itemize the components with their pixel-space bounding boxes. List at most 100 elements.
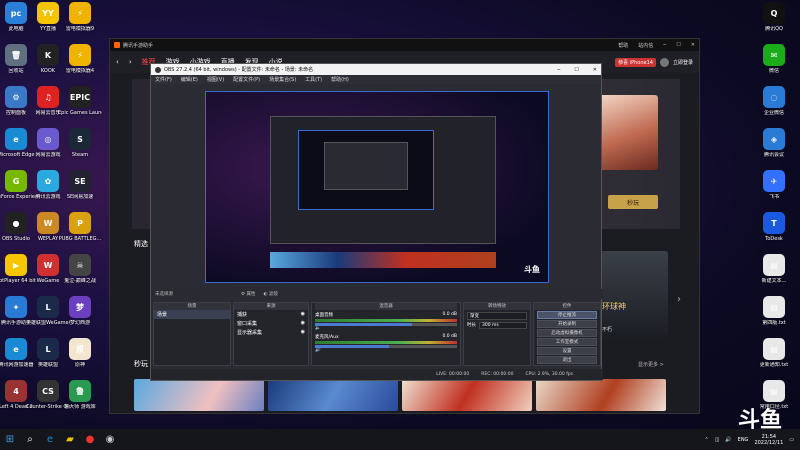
network-icon[interactable]: ◫ <box>715 437 720 443</box>
back-icon[interactable]: ‹ <box>116 58 119 66</box>
app-icon: K <box>37 44 59 66</box>
obs-menu-bar: 文件(F) 编辑(E) 视图(V) 配置文件(P) 场景集合(S) 工具(T) … <box>151 75 601 84</box>
maximize-icon[interactable]: ☐ <box>676 42 680 49</box>
desktop-shortcut[interactable]: ✉ 微信 <box>752 44 796 84</box>
search-icon[interactable]: ⌕ <box>20 430 40 450</box>
desktop-shortcut[interactable]: ⚡ 雷电模拟器9 <box>58 2 102 42</box>
obs-preview[interactable]: 斗鱼 <box>205 91 549 283</box>
eye-icon[interactable]: ◉ <box>301 329 305 336</box>
app-icon: T <box>763 212 785 234</box>
login-link[interactable]: 立即登录 <box>673 59 693 66</box>
game-thumb-3[interactable] <box>402 379 532 411</box>
start-icon[interactable]: ⊞ <box>0 430 20 450</box>
desktop-shortcut[interactable]: ◌ 企业微信 <box>752 86 796 126</box>
source-item[interactable]: 捕获 ◉ <box>234 310 308 319</box>
settings-button[interactable]: 设置 <box>537 347 597 355</box>
forward-icon[interactable]: › <box>129 58 132 66</box>
obs-window: OBS 27.2.4 (64 bit, windows) - 配置文件: 未命名… <box>150 63 603 381</box>
minimize-icon[interactable]: ─ <box>663 42 666 49</box>
shortcut-label: 雷电模拟器4 <box>65 68 95 74</box>
desktop-shortcut[interactable]: ▤ 更新通知.txt <box>752 338 796 378</box>
edge-taskbar-icon[interactable]: e <box>40 430 60 450</box>
volume-slider[interactable] <box>315 345 457 348</box>
desktop-shortcut[interactable]: EPIC Epic Games Launcher <box>58 86 102 126</box>
filters-tab[interactable]: ◐ 滤镜 <box>263 291 277 297</box>
exit-button[interactable]: 退出 <box>537 356 597 364</box>
transition-select[interactable]: 渐变 <box>467 312 527 320</box>
start-recording-button[interactable]: 开始录制 <box>537 320 597 328</box>
desktop-shortcut[interactable]: ◈ 腾讯会议 <box>752 128 796 168</box>
more-link[interactable]: 显示更多 > <box>638 361 664 368</box>
stop-streaming-button[interactable]: 停止推流 <box>537 311 597 319</box>
app-icon: pc <box>5 2 27 24</box>
desktop-shortcut[interactable]: ☠ 鬼泣-巅峰之战 <box>58 254 102 294</box>
game-thumb-2[interactable] <box>268 379 398 411</box>
menu-edit[interactable]: 编辑(E) <box>181 76 198 83</box>
duration-input[interactable]: 300 ms <box>479 322 527 329</box>
desktop-shortcut[interactable]: 梦梦幻西游 <box>58 296 102 336</box>
eye-icon[interactable]: ◉ <box>301 311 305 318</box>
virtual-camera-button[interactable]: 启动虚拟摄像机 <box>537 329 597 337</box>
volume-slider-fill <box>315 323 412 326</box>
speaker-icon[interactable]: 🔊 <box>315 348 321 353</box>
menu-profile[interactable]: 配置文件(P) <box>233 76 260 83</box>
volume-icon[interactable]: 🔊 <box>725 437 731 443</box>
desktop-shortcut[interactable]: Q 腾讯QQ <box>752 2 796 42</box>
menu-scene-collection[interactable]: 场景集合(S) <box>269 76 296 83</box>
banner-badge[interactable]: 恭喜 iPhone14 <box>615 57 656 67</box>
messages-link[interactable]: 站内信 <box>638 42 653 49</box>
preview-watermark: 斗鱼 <box>524 265 540 274</box>
volume-slider[interactable] <box>315 323 457 326</box>
studio-mode-button[interactable]: 工作室模式 <box>537 338 597 346</box>
language-indicator[interactable]: ENG <box>738 437 749 443</box>
desktop-shortcut[interactable]: 原原神 <box>58 338 102 378</box>
app-icon: CS <box>37 380 59 402</box>
desktop-shortcut[interactable]: 鲁鲁大师 游戏库 <box>58 380 102 420</box>
game-thumb-1[interactable] <box>134 379 264 411</box>
speaker-icon[interactable]: 🔈 <box>315 326 321 331</box>
desktop-shortcut[interactable]: ▤ 新建文本... <box>752 254 796 294</box>
desktop-shortcut[interactable]: T ToDesk <box>752 212 796 252</box>
source-item[interactable]: 窗口采集 ◉ <box>234 319 308 328</box>
avatar[interactable] <box>659 57 669 67</box>
desktop-shortcut[interactable]: ▤ 第四版.txt <box>752 296 796 336</box>
menu-view[interactable]: 视图(V) <box>207 76 224 83</box>
tray-chevron-icon[interactable]: ⌃ <box>704 437 708 443</box>
shortcut-label: 鬼泣-巅峰之战 <box>64 278 96 284</box>
obs-maximize-icon[interactable]: ☐ <box>574 67 578 73</box>
side-card[interactable]: 环球神 不朽 <box>596 251 668 341</box>
app-taskbar-icon[interactable]: ● <box>80 430 100 450</box>
desktop-shortcut[interactable]: ⚡ 雷电模拟器4 <box>58 44 102 84</box>
obs-minimize-icon[interactable]: ─ <box>557 67 560 73</box>
transitions-panel: 转场特效 渐变 时长 300 ms <box>463 302 531 366</box>
shortcut-label: 更新通知.txt <box>759 362 789 368</box>
close-icon[interactable]: ✕ <box>691 42 695 49</box>
desktop-shortcut[interactable]: P PUBG BATTLEG... <box>58 212 102 252</box>
game-thumb-4[interactable] <box>536 379 666 411</box>
app-logo-icon <box>114 42 120 48</box>
scroll-right-icon[interactable]: › <box>677 294 681 305</box>
preview-strip <box>270 252 496 268</box>
obs-taskbar-icon[interactable]: ◉ <box>100 430 120 450</box>
help-link[interactable]: 帮助 <box>618 42 628 49</box>
properties-tab[interactable]: ⚙ 属性 <box>241 291 255 297</box>
eye-icon[interactable]: ◉ <box>301 320 305 327</box>
scene-item[interactable]: 场景 <box>154 310 230 319</box>
obs-close-icon[interactable]: ✕ <box>593 67 597 73</box>
explorer-taskbar-icon[interactable]: ▰ <box>60 430 80 450</box>
notification-icon[interactable]: ▭ <box>789 437 794 443</box>
window-titlebar: 腾讯手游助手 帮助 站内信 ─ ☐ ✕ <box>110 39 699 51</box>
desktop-shortcut[interactable]: S Steam <box>58 128 102 168</box>
source-item[interactable]: 显示器采集 ◉ <box>234 328 308 337</box>
desktop-shortcut[interactable]: ✈ 飞书 <box>752 170 796 210</box>
clock[interactable]: 21:54 2022/12/11 <box>754 434 783 446</box>
shortcut-label: PUBG BATTLEG... <box>58 236 102 242</box>
obs-logo-icon <box>155 66 161 73</box>
app-icon: ▤ <box>763 254 785 276</box>
sources-header: 来源 <box>234 303 308 310</box>
desktop-shortcut[interactable]: SE SE网易加速 <box>58 170 102 210</box>
menu-help[interactable]: 帮助(H) <box>331 76 349 83</box>
quick-play-button[interactable]: 秒玩 <box>608 195 658 209</box>
menu-file[interactable]: 文件(F) <box>155 76 172 83</box>
menu-tools[interactable]: 工具(T) <box>305 76 322 83</box>
